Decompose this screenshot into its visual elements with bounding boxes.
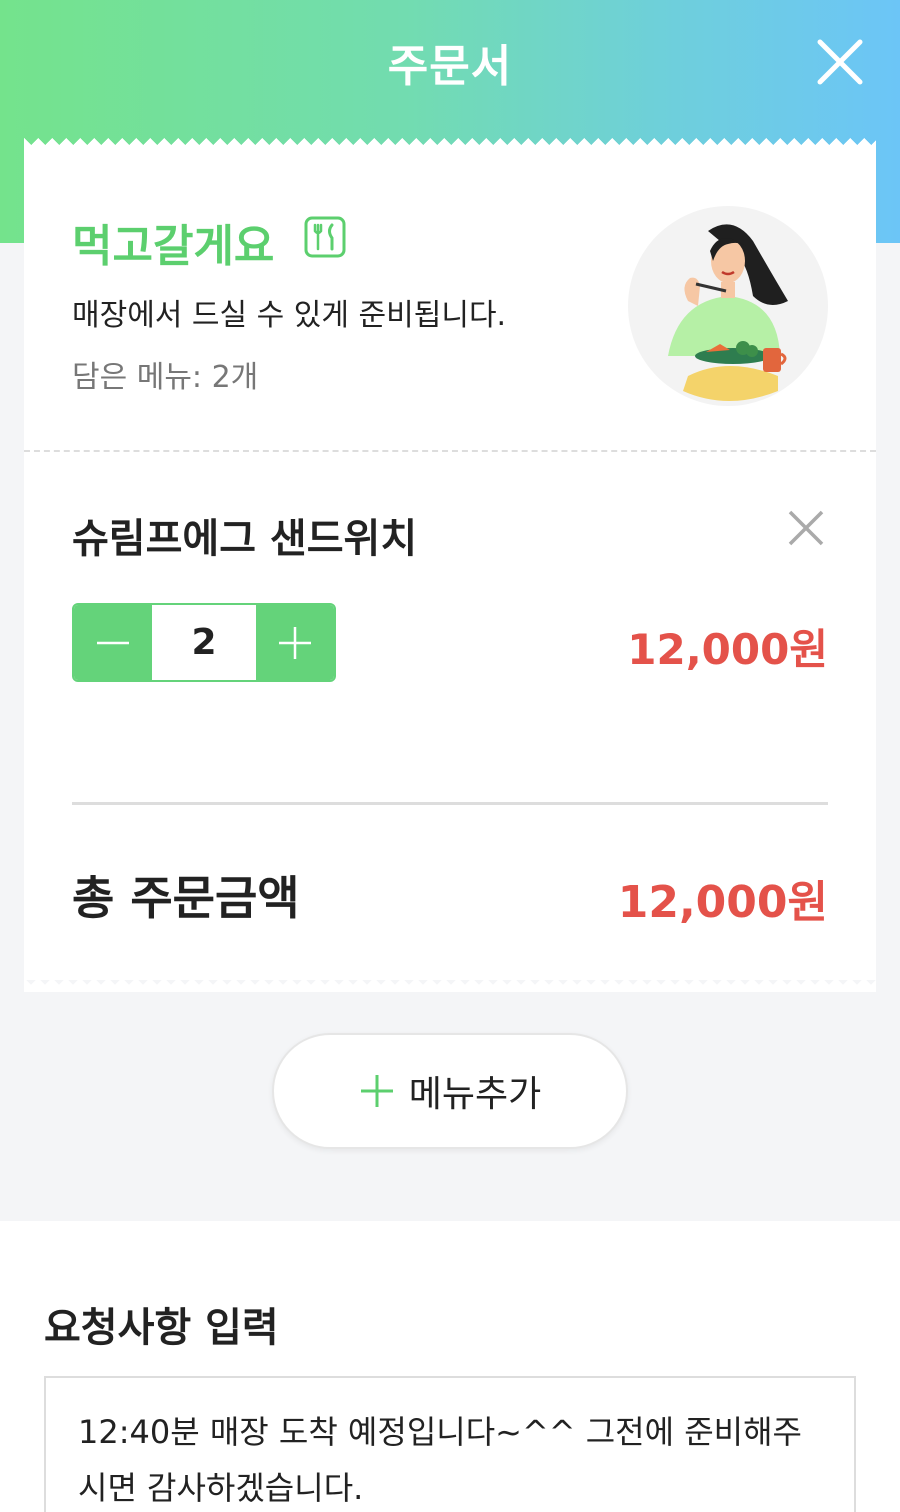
total-divider xyxy=(72,802,828,805)
decrease-quantity-button[interactable] xyxy=(74,605,152,680)
add-menu-label: 메뉴추가 xyxy=(408,1074,542,1115)
order-receipt: 먹고갈게요 매장에서 드실 수 있게 준비됩니다. 담은 메뉴: 2개 슈림프에… xyxy=(24,150,876,980)
cart-item-price: 12,000원 xyxy=(627,625,828,674)
plus-icon xyxy=(360,1075,393,1107)
dine-in-description: 매장에서 드실 수 있게 준비됩니다. xyxy=(72,298,507,333)
eating-woman-illustration xyxy=(628,206,828,406)
receipt-edge-bottom xyxy=(24,978,876,992)
close-icon xyxy=(817,39,863,85)
close-button[interactable] xyxy=(812,34,868,90)
fork-knife-icon xyxy=(304,216,346,258)
menu-count: 담은 메뉴: 2개 xyxy=(72,360,259,395)
add-menu-button[interactable]: 메뉴추가 xyxy=(272,1033,628,1149)
page-title: 주문서 xyxy=(387,41,513,92)
remove-item-button[interactable] xyxy=(784,506,828,550)
increase-quantity-button[interactable] xyxy=(256,605,334,680)
cart-item-name: 슈림프에그 샌드위치 xyxy=(72,516,418,562)
quantity-stepper: 2 xyxy=(72,603,336,682)
quantity-value[interactable]: 2 xyxy=(152,605,256,680)
total-price: 12,000원 xyxy=(617,877,828,928)
request-title: 요청사항 입력 xyxy=(44,1305,279,1351)
dine-in-title: 먹고갈게요 xyxy=(72,221,275,272)
plus-icon xyxy=(279,626,311,659)
total-label: 총 주문금액 xyxy=(72,871,300,925)
minus-icon xyxy=(97,641,129,644)
remove-icon xyxy=(788,510,824,546)
request-input[interactable]: 12:40분 매장 도착 예정입니다~^^ 그전에 준비해주시면 감사하겠습니다… xyxy=(44,1376,856,1512)
section-divider xyxy=(24,450,876,452)
request-section: 요청사항 입력 12:40분 매장 도착 예정입니다~^^ 그전에 준비해주시면… xyxy=(0,1221,900,1512)
